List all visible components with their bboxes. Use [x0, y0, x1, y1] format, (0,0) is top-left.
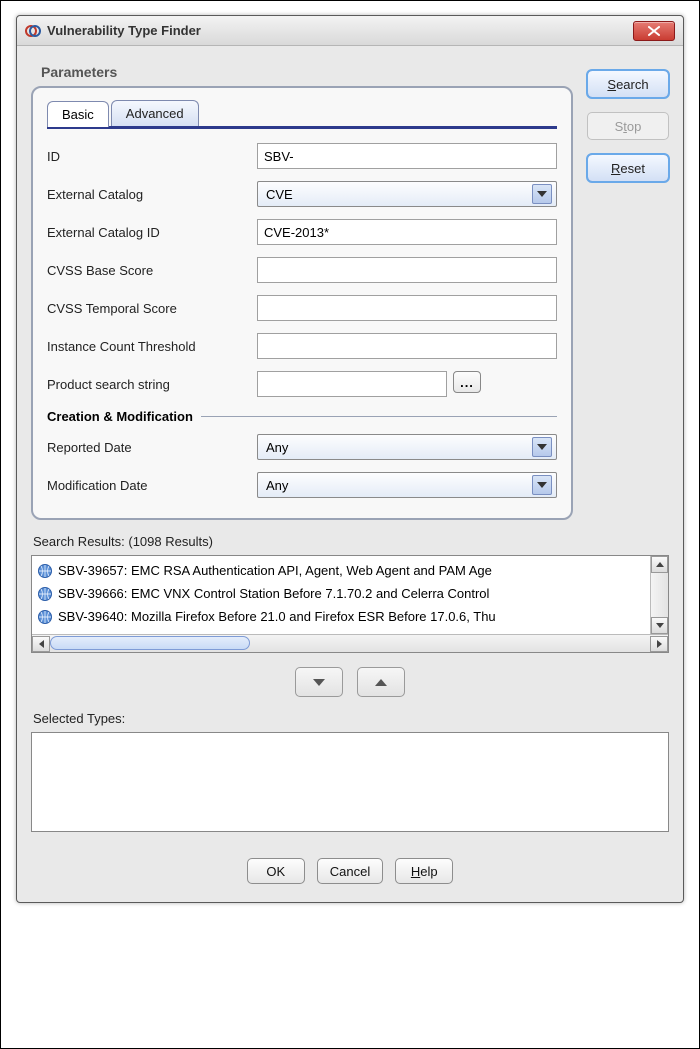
ok-button[interactable]: OK [247, 858, 305, 884]
search-results-box: SBV-39657: EMC RSA Authentication API, A… [31, 555, 669, 653]
cvss-base-score-input[interactable] [257, 257, 557, 283]
vulnerability-type-finder-dialog: Vulnerability Type Finder Parameters Bas… [16, 15, 684, 903]
instance-count-input[interactable] [257, 333, 557, 359]
modification-date-select[interactable]: Any [257, 472, 557, 498]
creation-modification-label: Creation & Modification [47, 409, 193, 424]
scroll-left-icon[interactable] [32, 636, 50, 652]
scroll-right-icon[interactable] [650, 636, 668, 652]
search-results-list[interactable]: SBV-39657: EMC RSA Authentication API, A… [32, 556, 668, 634]
app-icon [25, 23, 41, 39]
reported-date-select[interactable]: Any [257, 434, 557, 460]
selected-types-box[interactable] [31, 732, 669, 832]
stop-button: Stop [587, 112, 669, 140]
divider [201, 416, 557, 417]
horizontal-scrollbar[interactable] [32, 634, 668, 652]
instance-count-label: Instance Count Threshold [47, 339, 257, 354]
dialog-buttons: OK Cancel Help [31, 858, 669, 884]
chevron-down-icon [313, 679, 325, 686]
close-button[interactable] [633, 21, 675, 41]
scroll-down-icon[interactable] [651, 617, 668, 634]
reset-button[interactable]: Reset [587, 154, 669, 182]
product-search-input[interactable] [257, 371, 447, 397]
cvss-temporal-score-input[interactable] [257, 295, 557, 321]
parameters-panel: Basic Advanced ID External Catalog [31, 86, 573, 520]
chevron-down-icon [532, 184, 552, 204]
cancel-button[interactable]: Cancel [317, 858, 383, 884]
move-up-button[interactable] [357, 667, 405, 697]
list-item[interactable]: SBV-39640: Mozilla Firefox Before 21.0 a… [36, 605, 668, 628]
globe-icon [36, 585, 54, 603]
modification-date-label: Modification Date [47, 478, 257, 493]
external-catalog-select[interactable]: CVE [257, 181, 557, 207]
help-button[interactable]: Help [395, 858, 453, 884]
id-input[interactable] [257, 143, 557, 169]
tab-basic[interactable]: Basic [47, 101, 109, 127]
action-buttons: Search Stop Reset [587, 60, 669, 182]
reported-date-value: Any [266, 440, 532, 455]
search-results-label: Search Results: (1098 Results) [33, 534, 669, 549]
list-item[interactable]: SBV-39657: EMC RSA Authentication API, A… [36, 559, 668, 582]
window-title: Vulnerability Type Finder [47, 23, 633, 38]
id-label: ID [47, 149, 257, 164]
selected-types-label: Selected Types: [33, 711, 669, 726]
globe-icon [36, 608, 54, 626]
external-catalog-value: CVE [266, 187, 532, 202]
titlebar: Vulnerability Type Finder [17, 16, 683, 46]
tabs: Basic Advanced [47, 100, 557, 129]
globe-icon [36, 562, 54, 580]
result-text: SBV-39640: Mozilla Firefox Before 21.0 a… [58, 609, 496, 624]
reported-date-label: Reported Date [47, 440, 257, 455]
result-text: SBV-39657: EMC RSA Authentication API, A… [58, 563, 492, 578]
external-catalog-id-input[interactable] [257, 219, 557, 245]
list-item[interactable]: SBV-39666: EMC VNX Control Station Befor… [36, 582, 668, 605]
scroll-thumb[interactable] [50, 636, 250, 650]
move-down-button[interactable] [295, 667, 343, 697]
chevron-down-icon [532, 475, 552, 495]
product-search-label: Product search string [47, 377, 257, 392]
product-search-browse-button[interactable]: ... [453, 371, 481, 393]
vertical-scrollbar[interactable] [650, 556, 668, 634]
search-button[interactable]: Search [587, 70, 669, 98]
external-catalog-label: External Catalog [47, 187, 257, 202]
scroll-up-icon[interactable] [651, 556, 668, 573]
creation-modification-heading: Creation & Modification [47, 409, 557, 424]
modification-date-value: Any [266, 478, 532, 493]
transfer-buttons [31, 667, 669, 697]
cvss-base-score-label: CVSS Base Score [47, 263, 257, 278]
scroll-track[interactable] [50, 636, 650, 652]
tab-advanced[interactable]: Advanced [111, 100, 199, 126]
result-text: SBV-39666: EMC VNX Control Station Befor… [58, 586, 489, 601]
external-catalog-id-label: External Catalog ID [47, 225, 257, 240]
chevron-down-icon [532, 437, 552, 457]
cvss-temporal-score-label: CVSS Temporal Score [47, 301, 257, 316]
chevron-up-icon [375, 679, 387, 686]
parameters-heading: Parameters [41, 64, 573, 80]
